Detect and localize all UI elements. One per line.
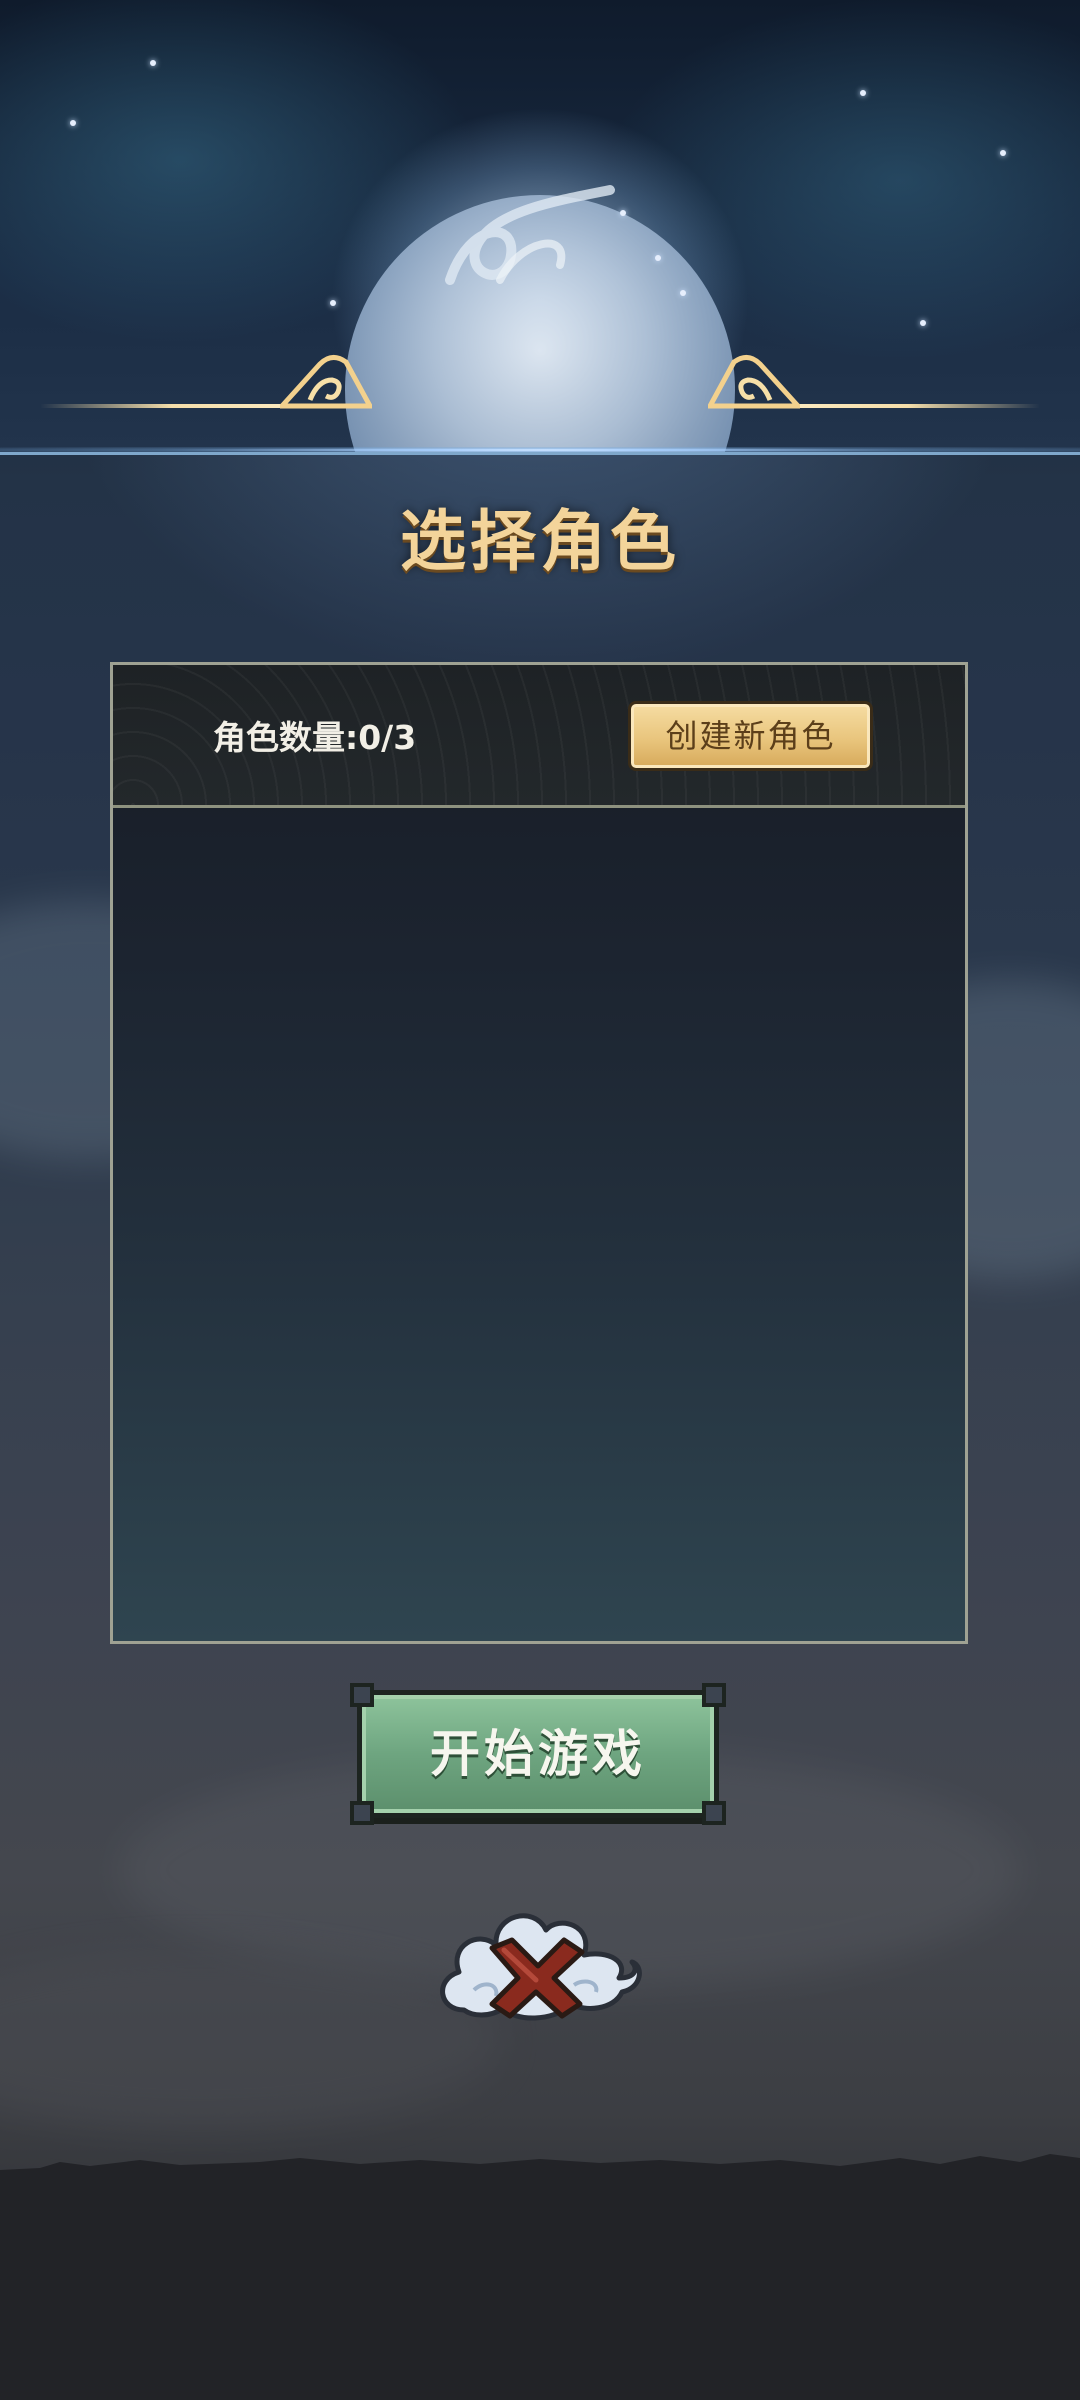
star <box>680 290 686 296</box>
role-count-label: 角色数量:0/3 <box>213 718 417 757</box>
cloud-swirl-ornament <box>445 185 615 285</box>
gold-ornament-right <box>708 355 800 409</box>
cloud-close-icon[interactable] <box>434 1900 644 2035</box>
panel-header: 角色数量:0/3 创建新角色 <box>113 665 965 808</box>
star <box>1000 150 1006 156</box>
star <box>330 300 336 306</box>
start-game-label: 开始游戏 <box>430 1725 646 1783</box>
character-select-screen: 选择角色 角色数量:0/3 创建新角色 开始游戏 <box>0 0 1080 2400</box>
page-title: 选择角色 <box>400 503 680 580</box>
star <box>860 90 866 96</box>
gold-ornament-left <box>280 355 372 409</box>
start-game-button[interactable]: 开始游戏 <box>350 1683 726 1825</box>
banner-glow-line <box>0 447 1080 452</box>
ground-silhouette <box>0 2154 1080 2400</box>
star <box>70 120 76 126</box>
character-panel: 角色数量:0/3 创建新角色 <box>110 662 968 1644</box>
star <box>920 320 926 326</box>
character-list <box>113 808 965 1641</box>
create-character-button[interactable]: 创建新角色 <box>628 701 873 771</box>
top-banner-artwork <box>0 0 1080 455</box>
star <box>150 60 156 66</box>
star <box>655 255 661 261</box>
